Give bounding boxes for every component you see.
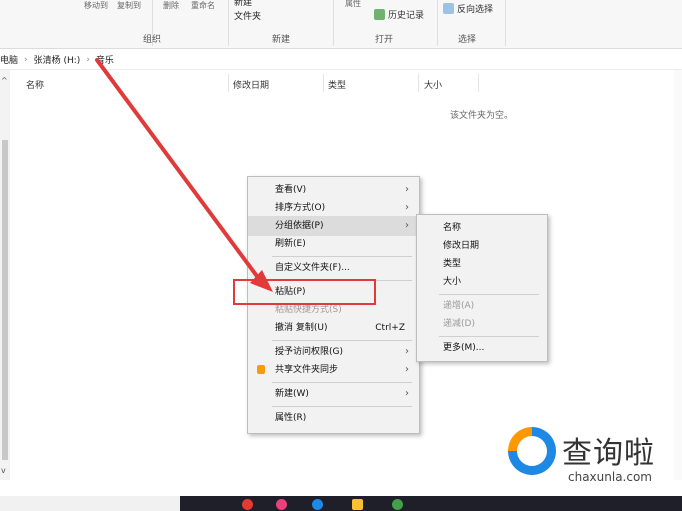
menu-item-grant-access[interactable]: 授予访问权限(G) › (248, 342, 417, 362)
watermark-domain: chaxunla.com (568, 470, 652, 484)
empty-folder-message: 该文件夹为空。 (450, 111, 514, 121)
chevron-right-icon: › (24, 54, 28, 65)
sync-icon (257, 365, 265, 374)
menu-item-label: 更多(M)... (443, 343, 485, 353)
app-icon[interactable] (312, 499, 323, 510)
properties-button[interactable]: 属性 (345, 0, 361, 9)
menu-item-label: 分组依据(P) (275, 221, 324, 231)
history-label: 历史记录 (388, 11, 425, 21)
menu-item-new[interactable]: 新建(W) › (248, 384, 417, 404)
submenu-item-descending: 递减(D) (417, 314, 545, 334)
invert-selection-icon (443, 3, 454, 14)
new-folder-label-bottom: 文件夹 (234, 12, 262, 22)
watermark-logo-icon (508, 427, 556, 475)
submenu-item-type[interactable]: 类型 (417, 254, 545, 274)
group-label-open: 打开 (375, 35, 394, 45)
submenu-item-size[interactable]: 大小 (417, 272, 545, 292)
content-scrollbar[interactable] (674, 70, 682, 480)
column-header-type[interactable]: 类型 (328, 78, 346, 91)
breadcrumb-this-pc[interactable]: 电脑 (0, 53, 18, 66)
scrollbar-thumb[interactable] (2, 140, 8, 460)
chevron-right-icon: › (405, 202, 409, 213)
column-header-name[interactable]: 名称 (26, 78, 44, 91)
menu-item-label: 排序方式(O) (275, 203, 326, 213)
chevron-right-icon: › (405, 184, 409, 195)
menu-item-label: 类型 (443, 259, 462, 269)
new-folder-label-top: 新建 (234, 0, 253, 8)
new-folder-button[interactable]: 新建 文件夹 (234, 0, 261, 23)
menu-item-label: 查看(V) (275, 185, 307, 195)
app-icon[interactable] (276, 499, 287, 510)
history-icon (374, 9, 385, 20)
watermark-brand: 查询啦 (562, 436, 655, 471)
delete-button[interactable]: 删除 (163, 0, 179, 11)
menu-item-properties[interactable]: 属性(R) (248, 408, 417, 428)
menu-item-label: 修改日期 (443, 241, 480, 251)
column-header-size[interactable]: 大小 (424, 78, 442, 91)
move-to-button[interactable]: 移动到 (84, 0, 108, 11)
menu-item-label: 属性(R) (275, 413, 307, 423)
ribbon: 移动到 复制到 删除 重命名 组织 新建 文件夹 新建 属性 历史记录 打开 反… (0, 0, 682, 49)
context-menu: 查看(V) › 排序方式(O) › 分组依据(P) › 刷新(E) 自定义文件夹… (247, 176, 420, 434)
menu-item-label: 自定义文件夹(F)... (275, 263, 350, 273)
menu-item-label: 递减(D) (443, 319, 475, 329)
copy-to-button[interactable]: 复制到 (117, 0, 141, 11)
annotation-highlight-box (233, 279, 376, 305)
chevron-right-icon: › (405, 346, 409, 357)
chevron-down-icon[interactable]: v (1, 466, 6, 475)
menu-item-label: 授予访问权限(G) (275, 347, 343, 357)
group-label-organize: 组织 (143, 35, 162, 45)
breadcrumb: 电脑 › 张清杨 (H:) › 音乐 (0, 50, 682, 70)
menu-item-label: 撤消 复制(U) (275, 323, 328, 333)
menu-item-sort-by[interactable]: 排序方式(O) › (248, 198, 417, 218)
menu-item-shared-folder-sync[interactable]: 共享文件夹同步 › (248, 360, 417, 380)
submenu-item-ascending: 递增(A) (417, 296, 545, 316)
history-button[interactable]: 历史记录 (374, 8, 424, 21)
menu-item-label: 刷新(E) (275, 239, 306, 249)
menu-item-group-by[interactable]: 分组依据(P) › (248, 216, 417, 236)
menu-item-customize-folder[interactable]: 自定义文件夹(F)... (248, 258, 417, 278)
menu-item-label: 大小 (443, 277, 462, 287)
breadcrumb-drive[interactable]: 张清杨 (H:) (34, 53, 81, 66)
submenu-item-modified[interactable]: 修改日期 (417, 236, 545, 256)
group-label-select: 选择 (458, 35, 477, 45)
app-icon[interactable] (392, 499, 403, 510)
invert-selection-label: 反向选择 (457, 5, 494, 15)
group-by-submenu: 名称 修改日期 类型 大小 递增(A) 递减(D) 更多(M)... (416, 214, 548, 362)
breadcrumb-folder[interactable]: 音乐 (96, 53, 114, 66)
menu-item-shortcut: Ctrl+Z (375, 323, 405, 333)
chevron-right-icon: › (405, 388, 409, 399)
menu-item-undo-copy[interactable]: 撤消 复制(U) Ctrl+Z (248, 318, 417, 338)
menu-item-label: 新建(W) (275, 389, 309, 399)
menu-item-view[interactable]: 查看(V) › (248, 180, 417, 200)
column-header-modified[interactable]: 修改日期 (233, 78, 269, 91)
taskbar-search[interactable] (0, 496, 180, 511)
navigation-scrollbar[interactable]: ^ v (0, 70, 10, 480)
menu-item-refresh[interactable]: 刷新(E) (248, 234, 417, 254)
app-icon[interactable] (242, 499, 253, 510)
folder-icon[interactable] (352, 499, 363, 510)
submenu-item-name[interactable]: 名称 (417, 218, 545, 238)
chevron-right-icon: › (405, 220, 409, 231)
chevron-up-icon[interactable]: ^ (1, 76, 8, 85)
chevron-right-icon: › (86, 54, 90, 65)
submenu-item-more[interactable]: 更多(M)... (417, 338, 545, 358)
menu-item-label: 共享文件夹同步 (275, 365, 339, 375)
taskbar (0, 496, 682, 511)
annotation-arrow-shaft (95, 58, 264, 285)
menu-item-label: 递增(A) (443, 301, 475, 311)
menu-item-label: 名称 (443, 223, 462, 233)
chevron-right-icon: › (405, 364, 409, 375)
menu-item-label: 粘贴快捷方式(S) (275, 305, 342, 315)
invert-selection-button[interactable]: 反向选择 (443, 2, 493, 15)
group-label-new: 新建 (272, 35, 291, 45)
rename-button[interactable]: 重命名 (191, 0, 215, 11)
